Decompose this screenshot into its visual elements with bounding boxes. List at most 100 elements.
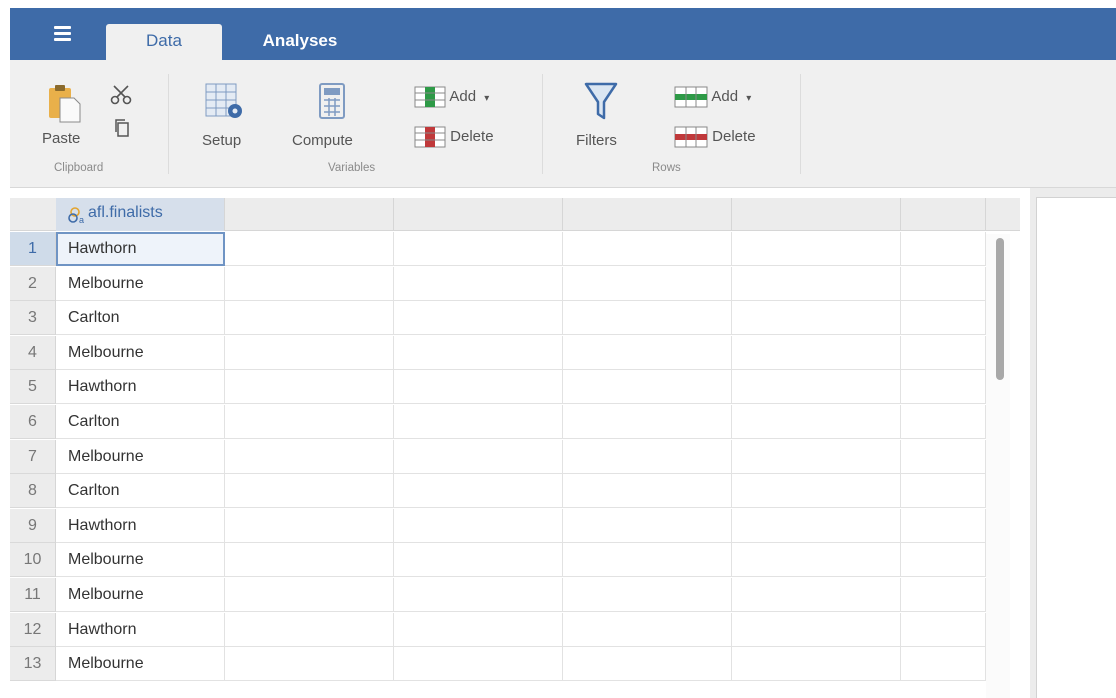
row-number[interactable]: 10 <box>10 543 56 578</box>
empty-cell[interactable] <box>394 301 563 336</box>
empty-cell[interactable] <box>563 543 732 578</box>
row-number[interactable]: 13 <box>10 647 56 682</box>
empty-cell[interactable] <box>394 612 563 647</box>
empty-cell[interactable] <box>225 439 394 474</box>
empty-cell[interactable] <box>901 370 986 405</box>
row-number[interactable]: 5 <box>10 370 56 405</box>
empty-cell[interactable] <box>394 232 563 266</box>
empty-cell[interactable] <box>394 335 563 370</box>
empty-cell[interactable] <box>225 232 394 266</box>
empty-cell[interactable] <box>732 266 901 301</box>
empty-cell[interactable] <box>394 647 563 682</box>
cut-icon[interactable] <box>110 84 132 106</box>
empty-cell[interactable] <box>732 474 901 509</box>
copy-icon[interactable] <box>113 118 131 138</box>
data-cell[interactable]: Melbourne <box>56 543 225 578</box>
delete-row-button[interactable]: Delete <box>674 126 756 148</box>
column-header-empty[interactable] <box>225 198 394 231</box>
empty-cell[interactable] <box>732 232 901 266</box>
empty-cell[interactable] <box>563 474 732 509</box>
data-cell[interactable]: Carlton <box>56 474 225 509</box>
data-cell[interactable]: Hawthorn <box>56 370 225 405</box>
empty-cell[interactable] <box>563 647 732 682</box>
empty-cell[interactable] <box>225 405 394 439</box>
empty-cell[interactable] <box>563 301 732 336</box>
data-cell[interactable]: Hawthorn <box>56 508 225 543</box>
empty-cell[interactable] <box>901 508 986 543</box>
empty-cell[interactable] <box>732 370 901 405</box>
paste-button[interactable]: Paste <box>34 78 94 158</box>
column-header-empty[interactable] <box>732 198 901 231</box>
data-cell[interactable]: Melbourne <box>56 578 225 612</box>
empty-cell[interactable] <box>901 405 986 439</box>
row-number[interactable]: 1 <box>10 232 56 266</box>
data-cell[interactable]: Melbourne <box>56 266 225 301</box>
add-row-button[interactable]: Add ▾ <box>674 86 751 108</box>
data-cell[interactable]: Melbourne <box>56 335 225 370</box>
empty-cell[interactable] <box>394 508 563 543</box>
empty-cell[interactable] <box>394 439 563 474</box>
empty-cell[interactable] <box>225 266 394 301</box>
empty-cell[interactable] <box>732 647 901 682</box>
empty-cell[interactable] <box>563 405 732 439</box>
empty-cell[interactable] <box>225 474 394 509</box>
vertical-scrollbar-thumb[interactable] <box>996 238 1004 380</box>
filters-button[interactable]: Filters <box>566 78 636 158</box>
empty-cell[interactable] <box>901 543 986 578</box>
data-cell[interactable]: Carlton <box>56 301 225 336</box>
empty-cell[interactable] <box>901 335 986 370</box>
row-number[interactable]: 12 <box>10 612 56 647</box>
data-cell[interactable]: Melbourne <box>56 439 225 474</box>
empty-cell[interactable] <box>732 405 901 439</box>
data-cell[interactable]: Carlton <box>56 405 225 439</box>
empty-cell[interactable] <box>901 647 986 682</box>
empty-cell[interactable] <box>225 578 394 612</box>
column-header-afl-finalists[interactable]: a afl.finalists <box>56 198 225 231</box>
empty-cell[interactable] <box>901 474 986 509</box>
empty-cell[interactable] <box>225 370 394 405</box>
row-number[interactable]: 6 <box>10 405 56 439</box>
empty-cell[interactable] <box>563 232 732 266</box>
column-header-empty[interactable] <box>394 198 563 231</box>
empty-cell[interactable] <box>901 578 986 612</box>
compute-button[interactable]: Compute <box>288 78 378 158</box>
row-number[interactable]: 7 <box>10 439 56 474</box>
empty-cell[interactable] <box>563 612 732 647</box>
empty-cell[interactable] <box>732 335 901 370</box>
row-number[interactable]: 2 <box>10 266 56 301</box>
empty-cell[interactable] <box>732 543 901 578</box>
delete-variable-button[interactable]: Delete <box>414 126 494 148</box>
empty-cell[interactable] <box>394 370 563 405</box>
data-cell[interactable]: Melbourne <box>56 647 225 682</box>
empty-cell[interactable] <box>225 335 394 370</box>
empty-cell[interactable] <box>394 578 563 612</box>
setup-button[interactable]: Setup <box>190 78 260 158</box>
data-cell[interactable]: Hawthorn <box>56 232 225 266</box>
row-number[interactable]: 9 <box>10 508 56 543</box>
empty-cell[interactable] <box>732 508 901 543</box>
empty-cell[interactable] <box>225 647 394 682</box>
empty-cell[interactable] <box>225 612 394 647</box>
empty-cell[interactable] <box>225 301 394 336</box>
empty-cell[interactable] <box>732 439 901 474</box>
empty-cell[interactable] <box>901 266 986 301</box>
empty-cell[interactable] <box>563 370 732 405</box>
empty-cell[interactable] <box>901 232 986 266</box>
empty-cell[interactable] <box>225 543 394 578</box>
empty-cell[interactable] <box>394 405 563 439</box>
row-number[interactable]: 8 <box>10 474 56 509</box>
empty-cell[interactable] <box>732 612 901 647</box>
empty-cell[interactable] <box>563 508 732 543</box>
empty-cell[interactable] <box>732 578 901 612</box>
row-number[interactable]: 11 <box>10 578 56 612</box>
empty-cell[interactable] <box>732 301 901 336</box>
empty-cell[interactable] <box>563 439 732 474</box>
row-number[interactable]: 3 <box>10 301 56 336</box>
empty-cell[interactable] <box>901 612 986 647</box>
tab-analyses[interactable]: Analyses <box>242 24 358 62</box>
empty-cell[interactable] <box>563 335 732 370</box>
empty-cell[interactable] <box>901 439 986 474</box>
row-number[interactable]: 4 <box>10 335 56 370</box>
empty-cell[interactable] <box>394 266 563 301</box>
column-header-empty[interactable] <box>901 198 986 231</box>
